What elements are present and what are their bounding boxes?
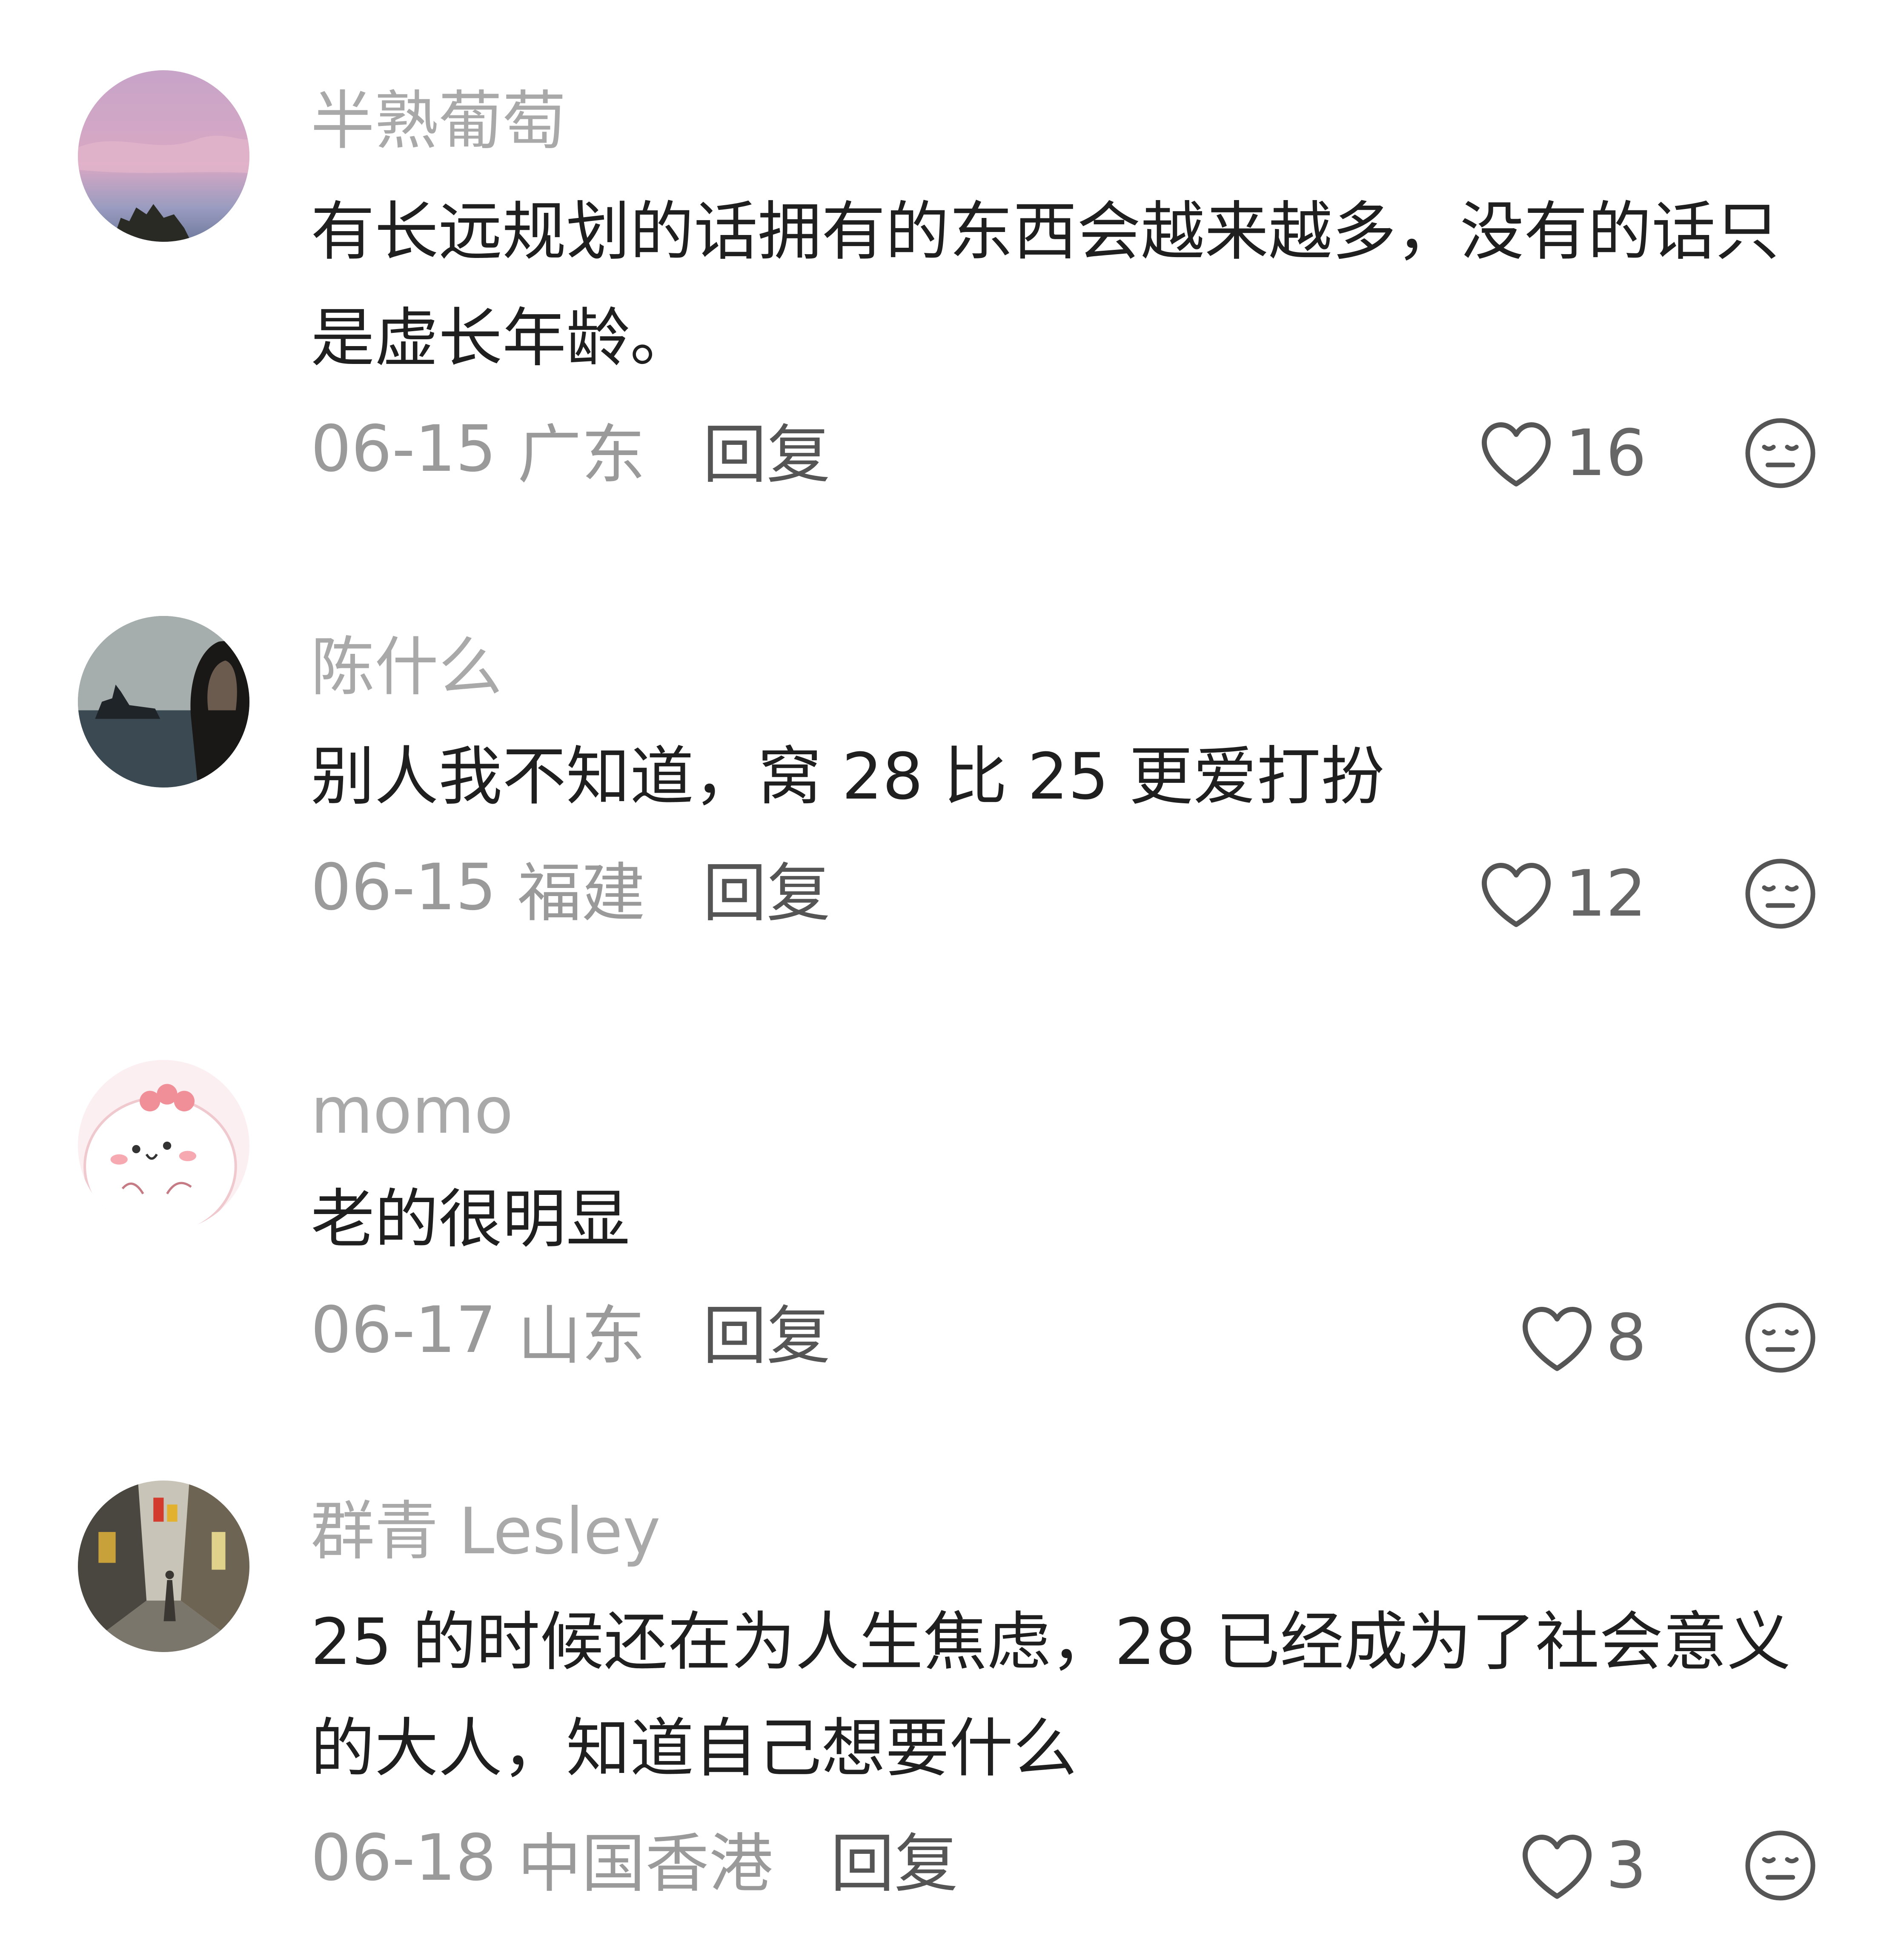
like-button[interactable]: 16: [1478, 413, 1646, 494]
avatar[interactable]: [78, 70, 249, 242]
dislike-face-icon[interactable]: [1743, 1300, 1818, 1375]
comment-region: 山东: [517, 1299, 645, 1373]
comment-date: 06-17: [311, 1293, 496, 1367]
comment-meta: 06-15 福建 回复: [311, 847, 830, 931]
dislike-face-icon[interactable]: [1743, 416, 1818, 490]
comment-region: 中国香港: [517, 1827, 773, 1901]
comment-text: 有长远规划的话拥有的东西会越来越多，没有的话只是虚长年龄。: [311, 195, 1780, 375]
avatar[interactable]: [78, 1481, 249, 1652]
dislike-face-icon[interactable]: [1743, 856, 1818, 931]
comment-region: 福建: [517, 856, 645, 931]
comment-text: 25 的时候还在为人生焦虑，28 已经成为了社会意义的大人，知道自己想要什么: [311, 1605, 1791, 1786]
comment-text: 别人我不知道，窝 28 比 25 更爱打扮: [311, 740, 1385, 814]
like-button[interactable]: 12: [1478, 853, 1646, 934]
heart-icon: [1482, 862, 1551, 927]
dislike-face-icon[interactable]: [1743, 1828, 1818, 1903]
reply-button[interactable]: 回复: [703, 1284, 830, 1377]
username[interactable]: 群青 Lesley: [311, 1493, 661, 1570]
comment-date: 06-15: [311, 412, 496, 486]
like-count: 8: [1606, 1301, 1646, 1375]
comment-meta: 06-18 中国香港 回复: [311, 1818, 958, 1901]
reply-button[interactable]: 回复: [830, 1812, 958, 1904]
comment-date: 06-18: [311, 1821, 496, 1895]
heart-icon: [1522, 1834, 1592, 1899]
comment-meta: 06-17 山东 回复: [311, 1290, 830, 1373]
comment-text: 老的很明显: [311, 1183, 630, 1257]
heart-icon: [1482, 422, 1551, 487]
comment-date: 06-15: [311, 851, 496, 925]
like-count: 3: [1606, 1829, 1646, 1903]
username[interactable]: 陈什么: [311, 629, 502, 706]
comment-list: 半熟葡萄 有长远规划的话拥有的东西会越来越多，没有的话只是虚长年龄。 06-15…: [0, 0, 1904, 1933]
like-button[interactable]: 8: [1519, 1297, 1646, 1378]
reply-button[interactable]: 回复: [703, 403, 830, 495]
comment-region: 广东: [517, 418, 645, 492]
comment-meta: 06-15 广东 回复: [311, 409, 830, 492]
like-button[interactable]: 3: [1519, 1825, 1646, 1906]
avatar[interactable]: [78, 616, 249, 788]
reply-button[interactable]: 回复: [703, 842, 830, 934]
username[interactable]: momo: [311, 1073, 513, 1149]
username[interactable]: 半熟葡萄: [311, 83, 566, 160]
avatar[interactable]: [78, 1060, 249, 1231]
like-count: 16: [1565, 416, 1646, 490]
heart-icon: [1522, 1306, 1592, 1371]
like-count: 12: [1565, 857, 1646, 931]
